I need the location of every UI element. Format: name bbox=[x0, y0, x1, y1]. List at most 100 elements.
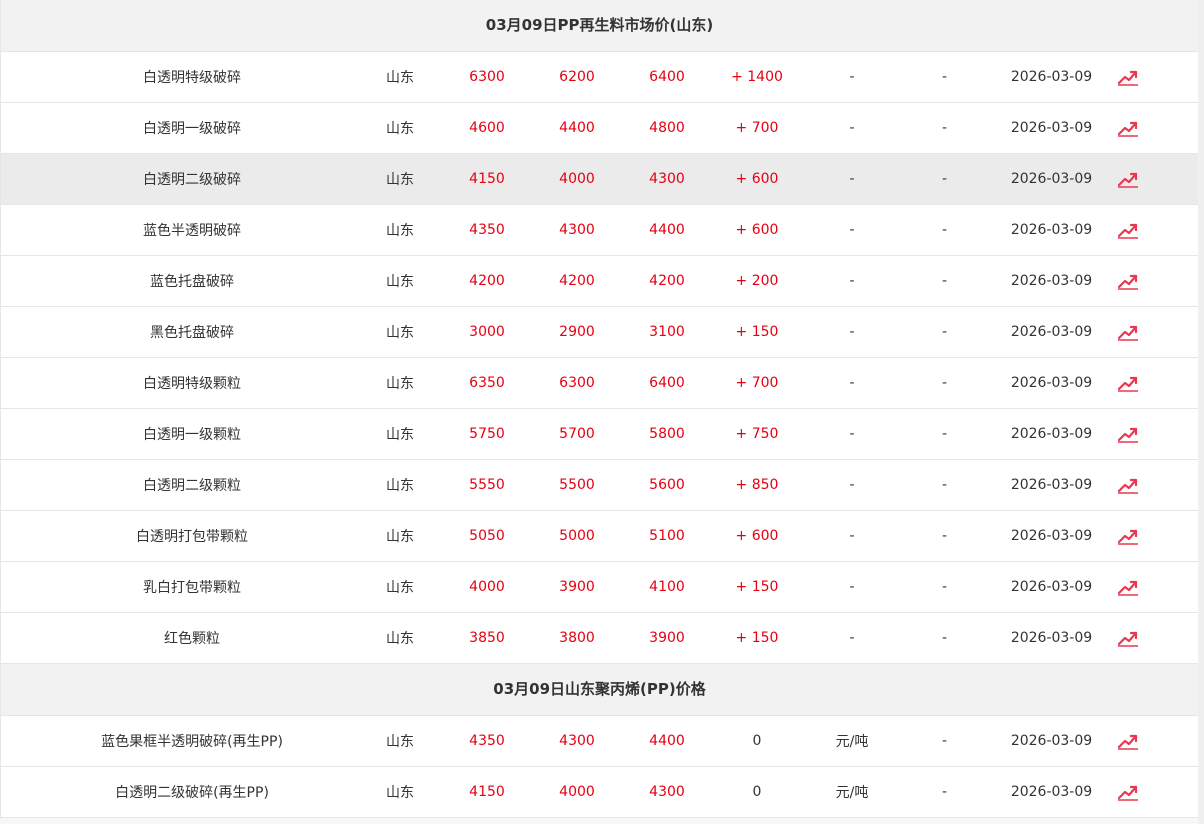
trend-chart-icon[interactable] bbox=[1117, 783, 1139, 801]
high-price: 5600 bbox=[649, 477, 685, 493]
table-row: 白透明特级颗粒 山东 6350 6300 6400 + 700 - - 2026… bbox=[1, 358, 1198, 409]
table-row: 白透明二级颗粒 山东 5550 5500 5600 + 850 - - 2026… bbox=[1, 460, 1198, 511]
high-price: 4800 bbox=[649, 120, 685, 136]
table-row: 蓝色果框半透明破碎(再生PP) 山东 4350 4300 4400 0 元/吨 … bbox=[1, 716, 1198, 767]
high-price: 3900 bbox=[649, 630, 685, 646]
unit: 元/吨 bbox=[835, 785, 869, 801]
region: 山东 bbox=[386, 121, 414, 137]
trend-chart-icon[interactable] bbox=[1117, 476, 1139, 494]
unit: - bbox=[849, 120, 855, 136]
note: - bbox=[941, 784, 948, 800]
price-change: + 750 bbox=[735, 426, 779, 442]
low-price: 5500 bbox=[559, 477, 595, 493]
product-name: 白透明二级破碎(再生PP) bbox=[115, 785, 269, 801]
trend-chart-icon[interactable] bbox=[1117, 732, 1139, 750]
low-price: 4300 bbox=[559, 222, 595, 238]
date: 2026-03-09 bbox=[1010, 222, 1093, 238]
trend-chart-icon[interactable] bbox=[1117, 68, 1139, 86]
avg-price: 4600 bbox=[469, 120, 505, 136]
region: 山东 bbox=[386, 376, 414, 392]
table-row: 蓝色托盘破碎 山东 4200 4200 4200 + 200 - - 2026-… bbox=[1, 256, 1198, 307]
product-name: 黑色托盘破碎 bbox=[150, 325, 234, 341]
product-name: 乳白打包带颗粒 bbox=[143, 580, 241, 596]
trend-chart-icon[interactable] bbox=[1117, 629, 1139, 647]
section-rows: 蓝色果框半透明破碎(再生PP) 山东 4350 4300 4400 0 元/吨 … bbox=[1, 716, 1198, 818]
scrollbar[interactable] bbox=[1198, 0, 1204, 824]
high-price: 4400 bbox=[649, 733, 685, 749]
trend-chart-icon[interactable] bbox=[1117, 272, 1139, 290]
region: 山东 bbox=[386, 478, 414, 494]
price-change: + 600 bbox=[735, 222, 779, 238]
low-price: 4000 bbox=[559, 171, 595, 187]
product-name: 蓝色半透明破碎 bbox=[143, 223, 241, 239]
low-price: 2900 bbox=[559, 324, 595, 340]
trend-chart-icon[interactable] bbox=[1117, 374, 1139, 392]
price-change: + 850 bbox=[735, 477, 779, 493]
product-name: 白透明特级破碎 bbox=[143, 70, 241, 86]
price-change: 0 bbox=[752, 784, 762, 800]
date: 2026-03-09 bbox=[1010, 784, 1093, 800]
product-name: 白透明二级破碎 bbox=[143, 172, 241, 188]
low-price: 5700 bbox=[559, 426, 595, 442]
unit: - bbox=[849, 222, 855, 238]
price-change: + 150 bbox=[735, 579, 779, 595]
date: 2026-03-09 bbox=[1010, 426, 1093, 442]
note: - bbox=[941, 324, 948, 340]
date: 2026-03-09 bbox=[1010, 273, 1093, 289]
price-change: + 700 bbox=[735, 375, 779, 391]
high-price: 6400 bbox=[649, 375, 685, 391]
trend-chart-icon[interactable] bbox=[1117, 119, 1139, 137]
product-name: 白透明一级颗粒 bbox=[143, 427, 241, 443]
table-row: 蓝色半透明破碎 山东 4350 4300 4400 + 600 - - 2026… bbox=[1, 205, 1198, 256]
date: 2026-03-09 bbox=[1010, 375, 1093, 391]
date: 2026-03-09 bbox=[1010, 324, 1093, 340]
note: - bbox=[941, 375, 948, 391]
price-change: + 1400 bbox=[731, 69, 783, 85]
trend-chart-icon[interactable] bbox=[1117, 170, 1139, 188]
region: 山东 bbox=[386, 325, 414, 341]
note: - bbox=[941, 171, 948, 187]
avg-price: 5550 bbox=[469, 477, 505, 493]
avg-price: 5750 bbox=[469, 426, 505, 442]
note: - bbox=[941, 630, 948, 646]
section-rows: 白透明特级破碎 山东 6300 6200 6400 + 1400 - - 202… bbox=[1, 52, 1198, 664]
table-row: 白透明二级破碎(再生PP) 山东 4150 4000 4300 0 元/吨 - … bbox=[1, 767, 1198, 818]
table-row: 黑色托盘破碎 山东 3000 2900 3100 + 150 - - 2026-… bbox=[1, 307, 1198, 358]
low-price: 4300 bbox=[559, 733, 595, 749]
note: - bbox=[941, 426, 948, 442]
avg-price: 4350 bbox=[469, 733, 505, 749]
note: - bbox=[941, 69, 948, 85]
avg-price: 6300 bbox=[469, 69, 505, 85]
trend-chart-icon[interactable] bbox=[1117, 527, 1139, 545]
note: - bbox=[941, 222, 948, 238]
price-change: 0 bbox=[752, 733, 762, 749]
avg-price: 3000 bbox=[469, 324, 505, 340]
product-name: 红色颗粒 bbox=[164, 631, 220, 647]
product-name: 蓝色托盘破碎 bbox=[150, 274, 234, 290]
section-title: 03月09日山东聚丙烯(PP)价格 bbox=[1, 664, 1198, 716]
product-name: 白透明二级颗粒 bbox=[143, 478, 241, 494]
price-change: + 150 bbox=[735, 324, 779, 340]
price-change: + 700 bbox=[735, 120, 779, 136]
trend-chart-icon[interactable] bbox=[1117, 578, 1139, 596]
trend-chart-icon[interactable] bbox=[1117, 221, 1139, 239]
high-price: 4200 bbox=[649, 273, 685, 289]
high-price: 4400 bbox=[649, 222, 685, 238]
unit: - bbox=[849, 528, 855, 544]
note: - bbox=[941, 528, 948, 544]
note: - bbox=[941, 273, 948, 289]
table-row: 白透明打包带颗粒 山东 5050 5000 5100 + 600 - - 202… bbox=[1, 511, 1198, 562]
table-row: 乳白打包带颗粒 山东 4000 3900 4100 + 150 - - 2026… bbox=[1, 562, 1198, 613]
note: - bbox=[941, 120, 948, 136]
unit: 元/吨 bbox=[835, 734, 869, 750]
avg-price: 4350 bbox=[469, 222, 505, 238]
region: 山东 bbox=[386, 631, 414, 647]
table-row: 红色颗粒 山东 3850 3800 3900 + 150 - - 2026-03… bbox=[1, 613, 1198, 664]
trend-chart-icon[interactable] bbox=[1117, 323, 1139, 341]
avg-price: 4150 bbox=[469, 171, 505, 187]
trend-chart-icon[interactable] bbox=[1117, 425, 1139, 443]
section-title: 03月09日PP再生料市场价(山东) bbox=[1, 0, 1198, 52]
product-name: 白透明特级颗粒 bbox=[143, 376, 241, 392]
high-price: 4100 bbox=[649, 579, 685, 595]
price-change: + 600 bbox=[735, 171, 779, 187]
